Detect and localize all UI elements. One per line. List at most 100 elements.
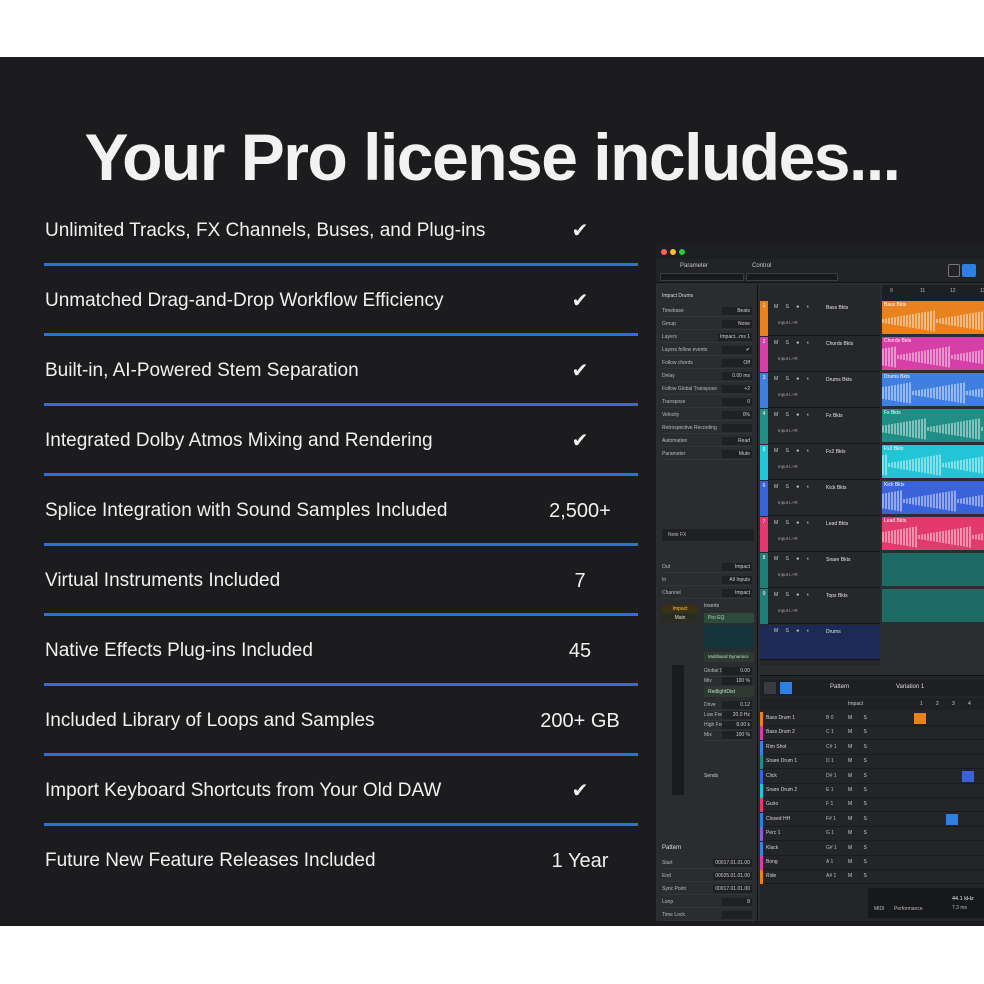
inspector-row-value[interactable]: 0	[722, 398, 752, 406]
track-input[interactable]: Input L+R	[778, 320, 798, 325]
insert-pro-eq[interactable]: Pro EQ	[704, 613, 754, 623]
track-input[interactable]: Input L+R	[778, 500, 798, 505]
folder-name[interactable]: Drums	[826, 629, 841, 635]
track-name[interactable]: Lead Bkts	[826, 521, 848, 527]
inspector-row-value[interactable]: 00017.01.01.00	[713, 885, 752, 893]
inspector-row[interactable]: Out Impact	[662, 561, 754, 573]
inspector-row[interactable]: Transpose 0	[662, 396, 754, 408]
track-name[interactable]: Bass Bkts	[826, 305, 848, 311]
inspector-row-value[interactable]: 100 %	[722, 677, 752, 685]
track-buttons[interactable]: M S ● ◐	[774, 376, 813, 382]
pad-mute-solo[interactable]: M S	[848, 744, 872, 750]
inspector-row-value[interactable]: Impact...ms 1	[717, 333, 752, 341]
pattern-step[interactable]	[962, 770, 974, 782]
pattern-pad-row[interactable]: Closed HH F# 1 M S	[760, 812, 984, 827]
track-buttons[interactable]: M S ● ◐	[774, 448, 813, 454]
inspector-row[interactable]: Mix 100 %	[704, 675, 754, 687]
inspector-row[interactable]: Time Lock	[662, 909, 754, 921]
inspector-row-value[interactable]: Read	[722, 437, 752, 445]
track-header[interactable]: 4 M S ● ◐ Fx Bkts Input L+R	[760, 409, 880, 444]
insert-redlight[interactable]: RedlightDist	[704, 687, 754, 697]
inspector-row[interactable]: Follow Global Transpose +2	[662, 383, 754, 395]
inspector-row[interactable]: Loop 8	[662, 896, 754, 908]
pad-mute-solo[interactable]: M S	[848, 845, 872, 851]
inspector-row-value[interactable]: Beats	[722, 307, 752, 315]
inspector-row[interactable]: Parameter Mute	[662, 448, 754, 460]
inspector-row-value[interactable]: None	[722, 320, 752, 328]
inspector-row-value[interactable]: 00017.01.01.00	[713, 859, 752, 867]
track-buttons[interactable]: M S ● ◐	[774, 340, 813, 346]
inspector-row-value[interactable]: 00025.01.01.00	[713, 872, 752, 880]
inspector-row[interactable]: Follow chords Off	[662, 357, 754, 369]
inspector-row[interactable]: In All Inputs	[662, 574, 754, 586]
pattern-pad-row[interactable]: Ride A# 1 M S	[760, 870, 984, 885]
track-name[interactable]: Fx Bkts	[826, 413, 843, 419]
track-input[interactable]: Input L+R	[778, 572, 798, 577]
pattern-tool-icon[interactable]	[764, 682, 776, 694]
inspector-row-value[interactable]: 0.12	[722, 701, 752, 709]
audio-clip[interactable]: Kick Bkts	[882, 481, 984, 514]
inspector-row[interactable]: Start 00017.01.01.00	[662, 857, 754, 869]
pattern-grid-icon[interactable]	[780, 682, 792, 694]
tool-button[interactable]	[948, 264, 960, 277]
audio-clip[interactable]	[882, 589, 984, 622]
audio-clip[interactable]: Chords Bkts	[882, 337, 984, 370]
track-name[interactable]: Kick Bkts	[826, 485, 847, 491]
inspector-row[interactable]: Layers follow events ✔	[662, 344, 754, 356]
inspector-row[interactable]: Group None	[662, 318, 754, 330]
inspector-row-value[interactable]: 0%	[722, 411, 752, 419]
inspector-row-value[interactable]: 8	[722, 898, 752, 906]
track-name[interactable]: Tops Bkts	[826, 593, 848, 599]
pad-mute-solo[interactable]: M S	[848, 816, 872, 822]
audio-clip[interactable]: Bass Bkts	[882, 301, 984, 334]
volume-fader[interactable]	[672, 665, 684, 795]
pattern-pad-row[interactable]: Bass Drum 1 B 0 M S	[760, 712, 984, 726]
pad-mute-solo[interactable]: M S	[848, 787, 872, 793]
pad-mute-solo[interactable]: M S	[848, 830, 872, 836]
track-name[interactable]: Drums Bkts	[826, 377, 852, 383]
inspector-row-value[interactable]: 0.00 ms	[722, 372, 752, 380]
audio-clip[interactable]: Fx2 Bkts	[882, 445, 984, 478]
inspector-row[interactable]: End 00025.01.01.00	[662, 870, 754, 882]
pad-mute-solo[interactable]: M S	[848, 773, 872, 779]
variation-select[interactable]: Variation 1	[896, 684, 924, 690]
track-buttons[interactable]: M S ● ◐	[774, 484, 813, 490]
track-buttons[interactable]: M S ● ◐	[774, 412, 813, 418]
pad-mute-solo[interactable]: M S	[848, 715, 872, 721]
inspector-row-value[interactable]	[722, 424, 752, 432]
pattern-pad-row[interactable]: Click D# 1 M S	[760, 769, 984, 784]
inspector-row-value[interactable]: All Inputs	[722, 576, 752, 584]
inspector-row-value[interactable]	[722, 911, 752, 919]
track-input[interactable]: Input L+R	[778, 464, 798, 469]
track-header[interactable]: 6 M S ● ◐ Kick Bkts Input L+R	[760, 481, 880, 516]
track-header[interactable]: 9 M S ● ◐ Tops Bkts Input L+R	[760, 589, 880, 624]
pattern-pad-row[interactable]: Snare Drum 1 D 1 M S	[760, 755, 984, 770]
inspector-row-value[interactable]: 0.00	[722, 667, 752, 675]
arrow-tool-icon[interactable]	[962, 264, 976, 277]
inspector-row[interactable]: Sync Point 00017.01.01.00	[662, 883, 754, 895]
inspector-row[interactable]: Retrospective Recording	[662, 422, 754, 434]
inspector-row-value[interactable]: ✔	[722, 346, 752, 354]
pad-mute-solo[interactable]: M S	[848, 873, 872, 879]
inspector-row-value[interactable]: Impact	[722, 589, 752, 597]
pattern-pad-row[interactable]: Bass Drum 2 C 1 M S	[760, 726, 984, 741]
track-header[interactable]: 5 M S ● ◐ Fx2 Bkts Input L+R	[760, 445, 880, 480]
inspector-row-value[interactable]: Mute	[722, 450, 752, 458]
inspector-row[interactable]: Layers Impact...ms 1	[662, 331, 754, 343]
inspector-row-value[interactable]: +2	[722, 385, 752, 393]
drums-folder-track[interactable]: M S ● ◐ Drums	[760, 625, 880, 660]
track-buttons[interactable]: M S ● ◐	[774, 556, 813, 562]
pad-mute-solo[interactable]: M S	[848, 801, 872, 807]
inspector-row-value[interactable]: Impact	[722, 563, 752, 571]
track-header[interactable]: 1 M S ● ◐ Bass Bkts Input L+R	[760, 301, 880, 336]
inspector-row[interactable]: Delay 0.00 ms	[662, 370, 754, 382]
audio-clip[interactable]: Drums Bkts	[882, 373, 984, 406]
track-input[interactable]: Input L+R	[778, 392, 798, 397]
track-name[interactable]: Snare Bkts	[826, 557, 850, 563]
inspector-row[interactable]: Velocity 0%	[662, 409, 754, 421]
inspector-row-value[interactable]: Off	[722, 359, 752, 367]
control-dropdown[interactable]	[746, 273, 838, 281]
track-header[interactable]: 7 M S ● ◐ Lead Bkts Input L+R	[760, 517, 880, 552]
track-header[interactable]: 8 M S ● ◐ Snare Bkts Input L+R	[760, 553, 880, 588]
track-buttons[interactable]: M S ● ◐	[774, 592, 813, 598]
